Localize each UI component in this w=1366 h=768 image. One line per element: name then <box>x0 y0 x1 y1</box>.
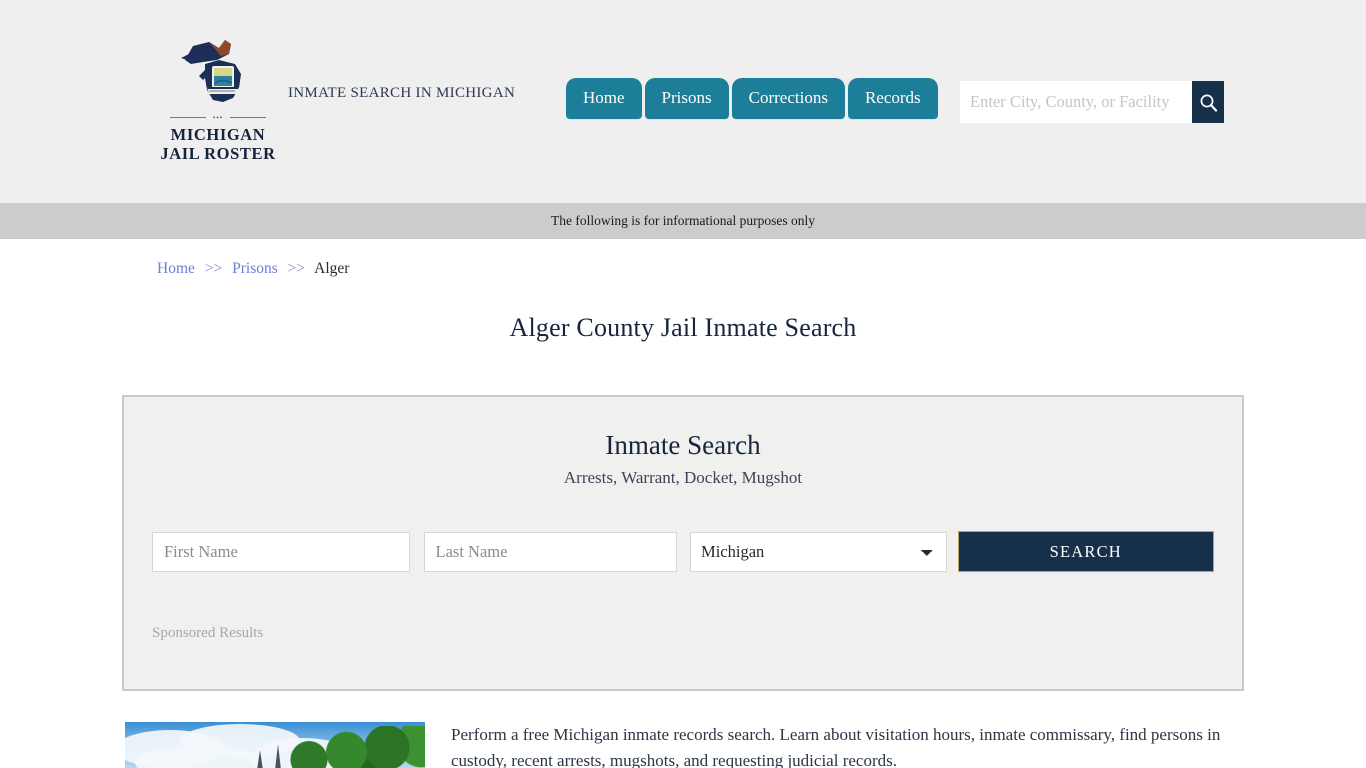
logo-line-1: MICHIGAN <box>170 125 266 144</box>
page-title: Alger County Jail Inmate Search <box>509 313 857 342</box>
nav-tab-records[interactable]: Records <box>847 78 938 119</box>
panel-subheading: Arrests, Warrant, Docket, Mugshot <box>563 468 803 487</box>
breadcrumb-separator: >> <box>204 260 223 277</box>
header-search-input[interactable] <box>960 81 1192 123</box>
breadcrumb: Home >> Prisons >> Alger <box>0 239 1366 279</box>
site-header: ••• MICHIGAN JAIL ROSTER INMATE SEARCH I… <box>0 0 1366 203</box>
sponsored-results-label: Sponsored Results <box>152 625 264 641</box>
page-body: Home >> Prisons >> Alger Alger County Ja… <box>0 239 1366 768</box>
nav-tab-corrections[interactable]: Corrections <box>731 78 845 119</box>
search-submit-button[interactable]: SEARCH <box>957 531 1214 572</box>
first-name-input[interactable] <box>152 531 410 572</box>
logo-divider: ••• <box>170 114 266 122</box>
intro-paragraph: Perform a free Michigan inmate records s… <box>451 725 1221 768</box>
panel-heading: Inmate Search <box>605 430 761 460</box>
inmate-search-form: Michigan SEARCH <box>124 531 1242 572</box>
michigan-state-outline-icon <box>181 40 241 102</box>
intro-content-row: Perform a free Michigan inmate records s… <box>125 722 1245 768</box>
informational-banner-text: The following is for informational purpo… <box>551 213 815 228</box>
breadcrumb-item-home[interactable]: Home <box>157 260 195 277</box>
header-inner: ••• MICHIGAN JAIL ROSTER INMATE SEARCH I… <box>0 0 1366 203</box>
nav-tab-prisons[interactable]: Prisons <box>644 78 729 119</box>
last-name-input[interactable] <box>423 531 678 572</box>
site-logo[interactable]: ••• MICHIGAN JAIL ROSTER <box>160 30 276 163</box>
breadcrumb-item-prisons[interactable]: Prisons <box>232 260 278 277</box>
jail-facility-photo <box>125 722 425 768</box>
informational-banner: The following is for informational purpo… <box>0 203 1366 239</box>
search-icon <box>1200 94 1217 112</box>
logo-ornament: ••• <box>212 114 224 122</box>
tree-line <box>279 726 425 768</box>
header-search <box>960 81 1224 123</box>
site-tagline: INMATE SEARCH IN MICHIGAN <box>288 85 516 101</box>
breadcrumb-item-alger: Alger <box>314 260 350 277</box>
main-navigation: Home Prisons Corrections Records <box>566 78 938 119</box>
building-spire <box>257 750 263 768</box>
inmate-search-panel: Inmate Search Arrests, Warrant, Docket, … <box>122 395 1244 691</box>
logo-line-2: JAIL ROSTER <box>160 144 276 163</box>
state-select[interactable]: Michigan <box>690 531 947 572</box>
nav-tab-home[interactable]: Home <box>566 78 642 119</box>
header-search-button[interactable] <box>1192 81 1224 123</box>
breadcrumb-separator: >> <box>287 260 306 277</box>
